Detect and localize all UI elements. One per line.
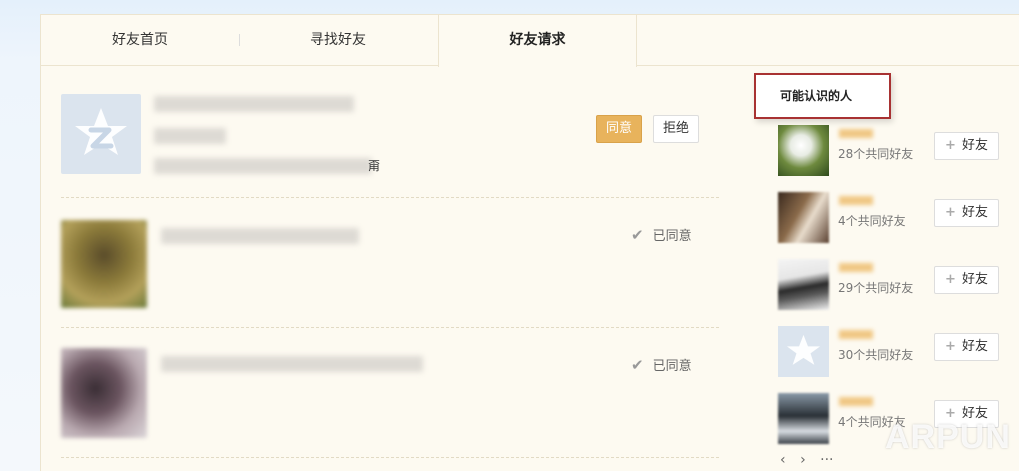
friends-page: 好友首页 寻找好友 好友请求 甭 同意 拒绝 ✔ 已同意 ✔ 已同意 可能认识的… <box>40 14 1019 471</box>
add-friend-label: 好友 <box>961 272 988 287</box>
qzone-default-avatar <box>61 94 141 174</box>
more-icon[interactable]: ··· <box>820 452 833 468</box>
plus-icon: + <box>945 205 956 220</box>
tab-find-friends[interactable]: 寻找好友 <box>239 15 437 66</box>
tab-friend-requests[interactable]: 好友请求 <box>438 15 637 67</box>
qzone-default-avatar[interactable] <box>778 326 829 377</box>
blurred-name[interactable] <box>839 129 873 138</box>
agreed-label: 已同意 <box>652 229 692 244</box>
check-icon: ✔ <box>631 356 644 374</box>
suggestion-item: 28个共同好友 + 好友 <box>778 125 1000 179</box>
blurred-name[interactable] <box>839 330 873 339</box>
blurred-info <box>154 128 226 144</box>
plus-icon: + <box>945 339 956 354</box>
suggestion-item: 30个共同好友 + 好友 <box>778 326 1000 380</box>
reject-button[interactable]: 拒绝 <box>653 115 699 143</box>
agreed-status: ✔ 已同意 <box>631 226 692 246</box>
avatar[interactable] <box>778 125 829 176</box>
add-friend-button[interactable]: + 好友 <box>934 266 999 294</box>
tab-friends-home[interactable]: 好友首页 <box>41 15 239 66</box>
suggestion-item: 4个共同好友 + 好友 <box>778 192 1000 246</box>
add-friend-label: 好友 <box>961 205 988 220</box>
mutual-friends-count: 28个共同好友 <box>838 147 914 161</box>
watermark: ARPUN <box>885 418 1011 456</box>
blurred-name <box>161 356 423 372</box>
blurred-name[interactable] <box>839 263 873 272</box>
mutual-friends-count: 4个共同好友 <box>838 214 906 228</box>
check-icon: ✔ <box>631 226 644 244</box>
agreed-label: 已同意 <box>652 359 692 374</box>
blurred-message <box>154 158 372 174</box>
plus-icon: + <box>945 138 956 153</box>
avatar <box>61 348 147 438</box>
blurred-name[interactable] <box>839 397 873 406</box>
suggestion-pager: ‹ › ··· <box>780 452 843 468</box>
add-friend-button[interactable]: + 好友 <box>934 333 999 361</box>
mutual-friends-count: 30个共同好友 <box>838 348 914 362</box>
blurred-name <box>154 96 354 112</box>
mutual-friends-count: 29个共同好友 <box>838 281 914 295</box>
suggestion-item: 29个共同好友 + 好友 <box>778 259 1000 313</box>
divider <box>61 457 719 458</box>
blurred-name[interactable] <box>839 196 873 205</box>
agreed-status: ✔ 已同意 <box>631 356 692 376</box>
next-arrow-icon[interactable]: › <box>800 452 806 468</box>
agree-button[interactable]: 同意 <box>596 115 642 143</box>
plus-icon: + <box>945 272 956 287</box>
avatar[interactable] <box>778 259 829 310</box>
avatar[interactable] <box>778 393 829 444</box>
add-friend-label: 好友 <box>961 339 988 354</box>
add-friend-label: 好友 <box>961 138 988 153</box>
avatar <box>61 220 147 308</box>
add-friend-button[interactable]: + 好友 <box>934 199 999 227</box>
avatar[interactable] <box>778 192 829 243</box>
friend-request-item: 甭 同意 拒绝 <box>61 84 719 198</box>
may-know-title: 可能认识的人 <box>754 73 891 119</box>
blurred-name <box>161 228 359 244</box>
tab-bar: 好友首页 寻找好友 好友请求 <box>41 15 1019 67</box>
message-tail: 甭 <box>368 159 381 173</box>
add-friend-button[interactable]: + 好友 <box>934 132 999 160</box>
prev-arrow-icon[interactable]: ‹ <box>780 452 786 468</box>
friend-request-item: ✔ 已同意 <box>61 198 719 328</box>
friend-request-item: ✔ 已同意 <box>61 328 719 458</box>
